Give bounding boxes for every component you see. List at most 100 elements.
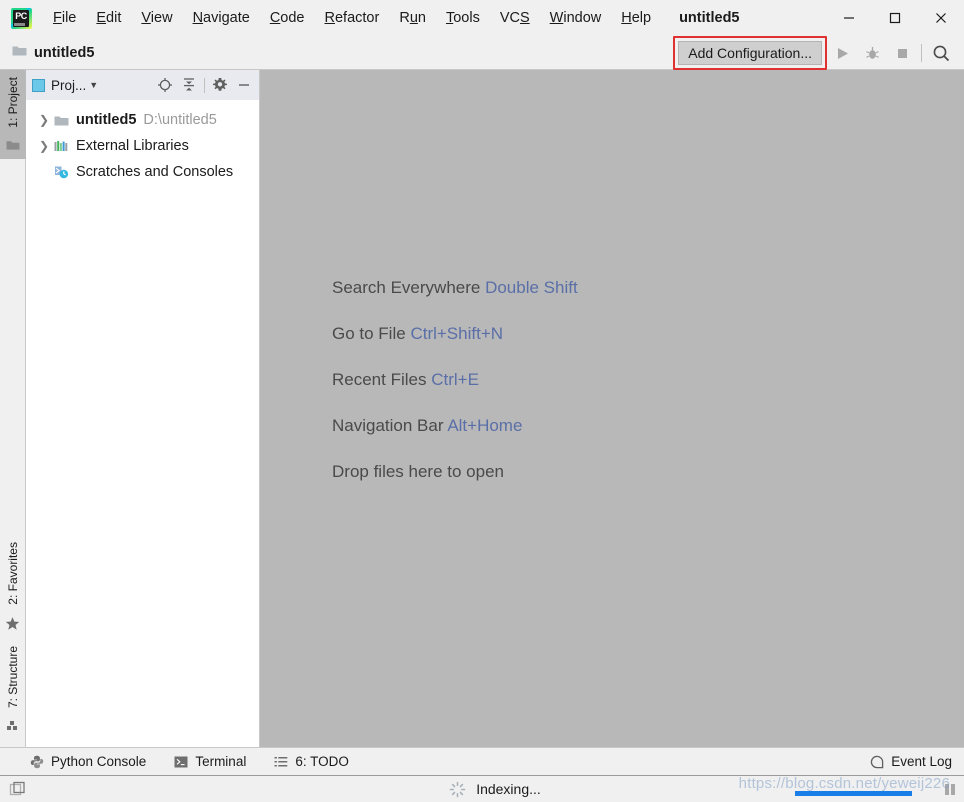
folder-icon (6, 135, 20, 159)
indexing-status: Indexing... (449, 781, 541, 798)
status-bar: Indexing... (0, 775, 964, 802)
bottom-tab-python-console[interactable]: Python Console (30, 754, 146, 769)
hint-action: Search Everywhere (332, 278, 481, 297)
chevron-right-icon[interactable]: ❯ (34, 113, 54, 127)
hint-shortcut: Ctrl+Shift+N (410, 324, 504, 343)
search-icon[interactable] (926, 38, 956, 68)
menu-item-window[interactable]: Window (540, 8, 612, 28)
collapse-icon[interactable] (177, 73, 201, 97)
sidebar-tab-favorites[interactable]: 2: Favorites (2, 535, 24, 639)
menu-window-mnemonic: W (549, 10, 564, 26)
project-panel-title-label: Proj... (51, 77, 87, 93)
hint-search-everywhere: Search Everywhere Double Shift (332, 278, 578, 298)
menu-navigate-mnemonic: N (192, 10, 204, 26)
star-icon (5, 612, 20, 639)
pause-icon[interactable] (945, 784, 955, 795)
folder-icon (54, 114, 76, 127)
menu-item-view[interactable]: View (131, 8, 182, 28)
debug-button[interactable] (857, 38, 887, 68)
menu-item-vcs[interactable]: VCS (490, 8, 540, 28)
bottom-tool-bar: Python Console Terminal 6: TODO Event Lo… (0, 747, 964, 775)
add-configuration-button[interactable]: Add Configuration... (678, 41, 822, 65)
pause-bar-left (945, 784, 949, 795)
run-button[interactable] (827, 38, 857, 68)
tree-node-untitled5[interactable]: ❯ untitled5 D:\untitled5 (26, 107, 259, 133)
menu-file-mnemonic: F (53, 10, 62, 26)
hint-recent-files: Recent Files Ctrl+E (332, 370, 578, 390)
sidebar-tab-structure-label: 7: Structure (5, 645, 20, 708)
menu-refactor-rest: efactor (334, 10, 380, 26)
structure-icon (6, 715, 20, 741)
hint-shortcut: Alt+Home (447, 416, 523, 435)
sidebar-tab-project[interactable]: 1: Project (0, 70, 26, 159)
menu-file-rest: ile (61, 10, 77, 26)
menu-item-navigate[interactable]: Navigate (183, 8, 260, 28)
gear-icon[interactable] (208, 73, 232, 97)
run-toolbar: Add Configuration... (673, 36, 956, 70)
layout-icon[interactable] (9, 781, 26, 798)
sidebar-tab-favorites-label: 2: Favorites (5, 542, 20, 605)
chevron-down-icon[interactable]: ▼ (89, 80, 98, 90)
bottom-tab-todo[interactable]: 6: TODO (274, 754, 349, 769)
menu-item-help[interactable]: Help (611, 8, 661, 28)
bottom-tab-label: Terminal (195, 754, 247, 769)
left-strip-top: 1: Project (0, 70, 26, 159)
breadcrumb-label: untitled5 (34, 44, 95, 61)
indexing-progress-bar (795, 791, 912, 796)
menu-edit-mnemonic: E (96, 10, 107, 26)
tree-node-label: External Libraries (76, 138, 189, 154)
bottom-tab-terminal[interactable]: Terminal (174, 754, 246, 769)
tree-node-scratches-and-consoles[interactable]: ❯ Scratches and Consoles (26, 159, 259, 185)
window-controls (826, 0, 964, 36)
event-log-icon (870, 755, 884, 769)
menu-item-run[interactable]: Run (389, 8, 436, 28)
hint-shortcut: Ctrl+E (431, 370, 479, 389)
menu-item-refactor[interactable]: Refactor (315, 8, 390, 28)
breadcrumb[interactable]: untitled5 (12, 44, 94, 62)
menu-item-tools[interactable]: Tools (436, 8, 490, 28)
menu-vcs-mnemonic: S (519, 10, 530, 26)
project-panel-toolbar (153, 73, 259, 97)
project-panel-header: Proj... ▼ (26, 70, 259, 100)
pycharm-window: PC File Edit View Navigate Code Refactor… (0, 0, 964, 802)
minimize-icon[interactable] (826, 0, 872, 36)
terminal-icon (174, 756, 188, 768)
menu-code-mnemonic: C (269, 10, 281, 26)
menu-item-code[interactable]: Code (260, 8, 315, 28)
project-panel-title[interactable]: Proj... ▼ (32, 78, 98, 93)
menu-navigate-rest: avigate (203, 10, 250, 26)
menu-window-rest: indow (563, 10, 602, 26)
close-icon[interactable] (918, 0, 964, 36)
bottom-tool-items: Python Console Terminal 6: TODO (30, 754, 377, 769)
menu-view-mnemonic: V (141, 10, 151, 26)
editor-hints: Search Everywhere Double Shift Go to Fil… (332, 278, 578, 508)
sidebar-tab-structure[interactable]: 7: Structure (2, 639, 24, 741)
window-title: untitled5 (679, 10, 740, 26)
menu-refactor-mnemonic: R (324, 10, 335, 26)
indexing-label: Indexing... (476, 781, 541, 797)
bottom-bar-right: Event Log (870, 754, 952, 769)
menu-run-pre: R (399, 10, 410, 26)
hint-action: Recent Files (332, 370, 427, 389)
pycharm-logo-bar (14, 22, 25, 26)
python-icon (30, 755, 44, 769)
chevron-right-icon[interactable]: ❯ (34, 139, 54, 153)
navigation-bar: untitled5 Add Configuration... (0, 36, 964, 70)
menu-edit-rest: dit (106, 10, 122, 26)
event-log-button[interactable]: Event Log (870, 754, 952, 769)
hint-shortcut: Double Shift (485, 278, 578, 297)
indexing-progress-fill (795, 791, 912, 796)
menu-item-file[interactable]: File (43, 8, 86, 28)
menu-item-edit[interactable]: Edit (86, 8, 131, 28)
stop-button[interactable] (887, 38, 917, 68)
project-tree: ❯ untitled5 D:\untitled5 ❯ External Libr… (26, 100, 259, 185)
project-view-icon (32, 78, 45, 92)
left-strip-bottom: 2: Favorites 7: Structure (0, 535, 25, 747)
maximize-icon[interactable] (872, 0, 918, 36)
minus-icon[interactable] (232, 73, 256, 97)
tree-node-external-libraries[interactable]: ❯ External Libraries (26, 133, 259, 159)
add-configuration-highlight: Add Configuration... (673, 36, 827, 70)
target-icon[interactable] (153, 73, 177, 97)
project-tool-window: Proj... ▼ ❯ untitled5 D:\untitled5 ❯ Ext… (26, 70, 260, 747)
editor-empty-area[interactable]: Search Everywhere Double Shift Go to Fil… (260, 70, 964, 747)
